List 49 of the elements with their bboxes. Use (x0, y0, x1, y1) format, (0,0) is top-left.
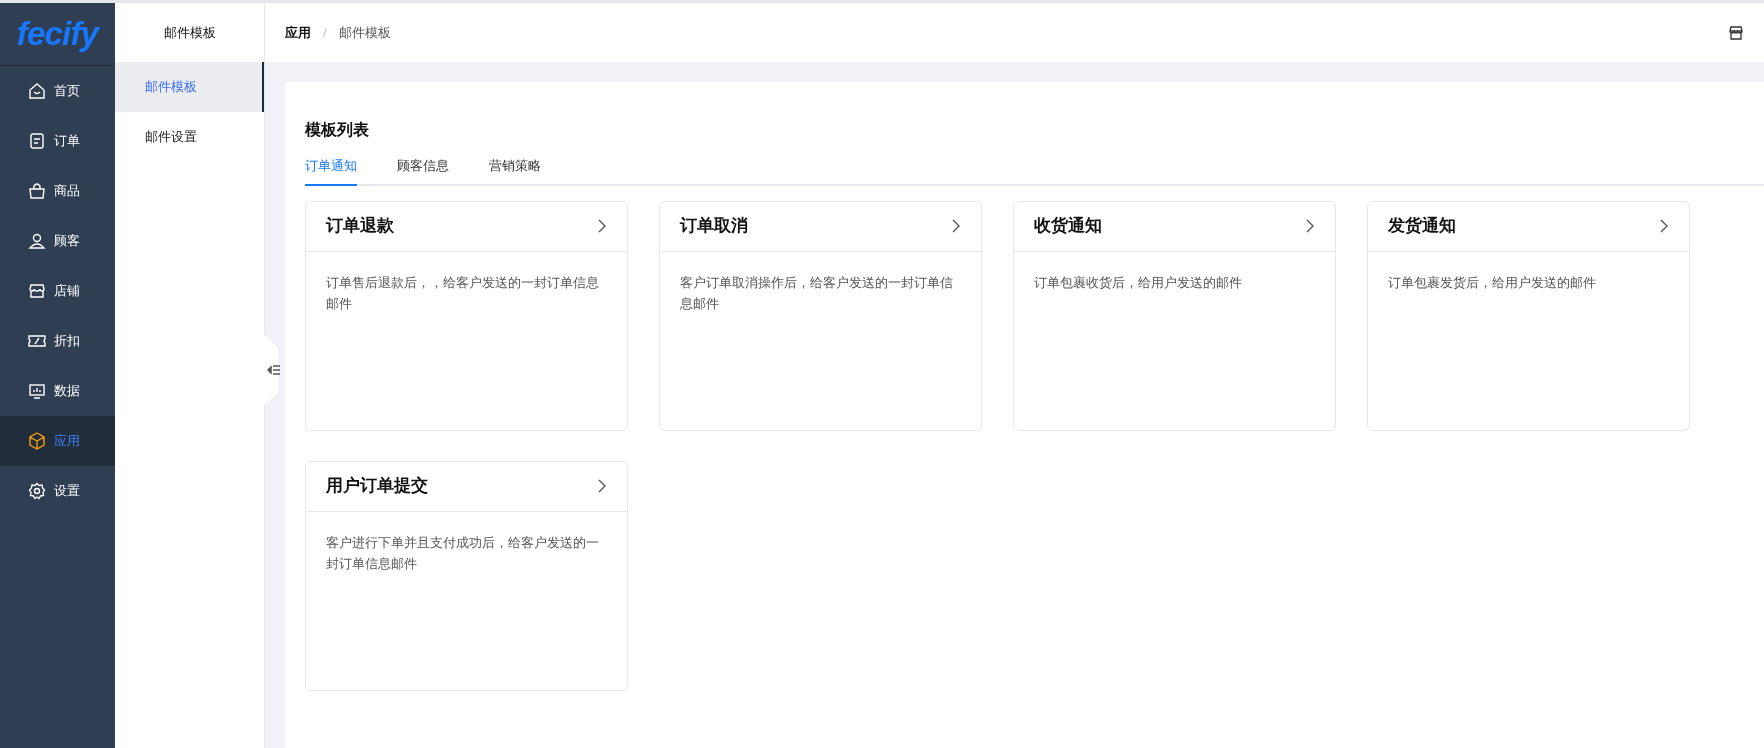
section-title: 模板列表 (305, 120, 370, 140)
cube-icon (28, 432, 46, 450)
template-card[interactable]: 订单取消 客户订单取消操作后，给客户发送的一封订单信息邮件 (659, 200, 982, 431)
tab[interactable]: 营销策略 (489, 156, 541, 186)
sub-nav-item[interactable]: 邮件设置 (115, 112, 264, 162)
card-title: 收货通知 (1034, 215, 1102, 238)
nav-item[interactable]: 应用 (0, 416, 115, 466)
nav-item[interactable]: 顾客 (0, 216, 115, 266)
sub-sidebar-title: 邮件模板 (162, 23, 217, 42)
card-title: 订单退款 (326, 215, 394, 238)
tab[interactable]: 订单通知 (305, 156, 357, 186)
breadcrumb-separator: / (323, 23, 327, 42)
chevron-right-icon[interactable] (597, 479, 607, 493)
card-description: 订单包裹发货后，给用户发送的邮件 (1387, 273, 1597, 292)
template-card[interactable]: 发货通知 订单包裹发货后，给用户发送的邮件 (1367, 200, 1690, 431)
template-card[interactable]: 收货通知 订单包裹收货后，给用户发送的邮件 (1013, 200, 1336, 431)
chevron-right-icon[interactable] (597, 219, 607, 233)
nav-item[interactable]: 设置 (0, 466, 115, 516)
card-title: 用户订单提交 (326, 475, 428, 498)
nav-item[interactable]: 订单 (0, 116, 115, 166)
chevron-right-icon[interactable] (1305, 219, 1315, 233)
sub-nav-item[interactable]: 邮件模板 (115, 62, 264, 112)
chevron-right-icon[interactable] (951, 219, 961, 233)
nav-item[interactable]: 首页 (0, 66, 115, 116)
breadcrumb-link[interactable]: 应用 (285, 22, 311, 43)
card-description: 客户进行下单并且支付成功后，给客户发送的一封订单信息邮件 (325, 533, 600, 573)
chevron-right-icon[interactable] (1659, 219, 1669, 233)
ticket-icon (28, 332, 46, 350)
card-description: 订单售后退款后，，给客户发送的一封订单信息邮件 (325, 273, 600, 313)
card-description: 客户订单取消操作后，给客户发送的一封订单信息邮件 (679, 273, 954, 313)
nav-item[interactable]: 数据 (0, 366, 115, 416)
template-card[interactable]: 用户订单提交 客户进行下单并且支付成功后，给客户发送的一封订单信息邮件 (305, 460, 628, 691)
nav-item[interactable]: 折扣 (0, 316, 115, 366)
card-title: 订单取消 (680, 215, 748, 238)
store-icon[interactable] (1728, 24, 1744, 41)
shopping-bag-icon (28, 182, 46, 200)
card-description: 订单包裹收货后，给用户发送的邮件 (1033, 273, 1243, 292)
document-icon (28, 132, 46, 150)
person-icon (28, 232, 46, 250)
tab[interactable]: 顾客信息 (397, 156, 449, 186)
nav-item[interactable]: 商品 (0, 166, 115, 216)
monitor-chart-icon (28, 382, 46, 400)
breadcrumb-current: 邮件模板 (338, 23, 391, 42)
nav-item[interactable]: 店铺 (0, 266, 115, 316)
template-card[interactable]: 订单退款 订单售后退款后，，给客户发送的一封订单信息邮件 (305, 200, 628, 431)
card-title: 发货通知 (1388, 215, 1456, 238)
gear-icon (28, 482, 46, 500)
home-icon (28, 82, 46, 100)
storefront-icon (28, 282, 46, 300)
